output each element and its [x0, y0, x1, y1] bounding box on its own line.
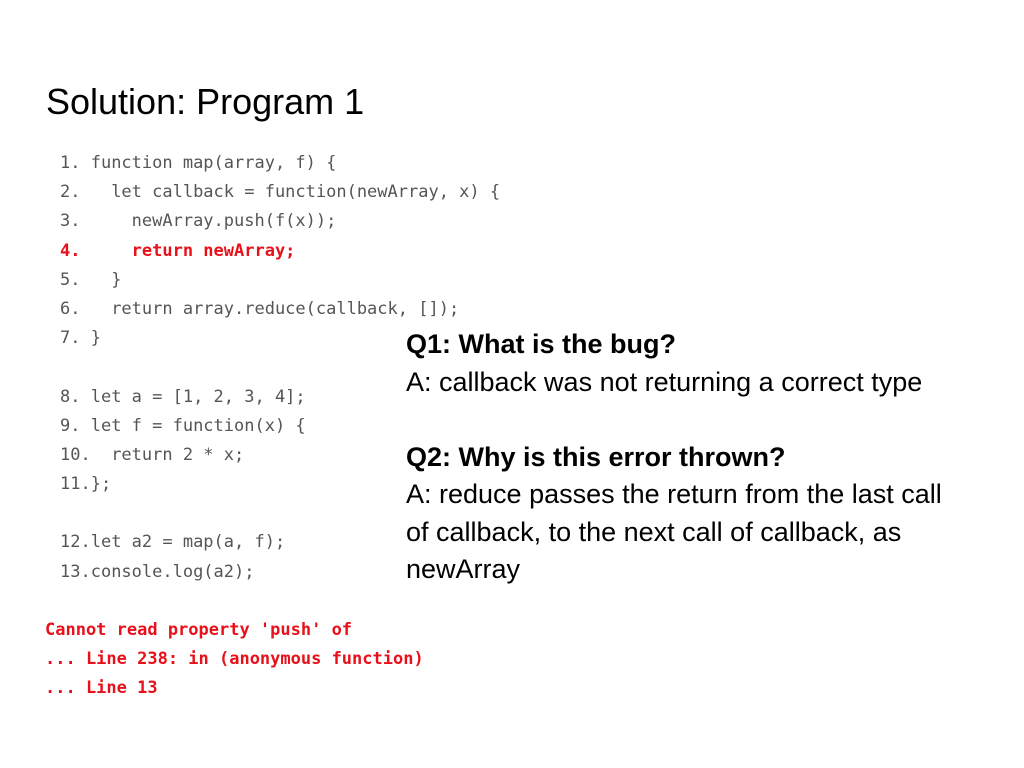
code-text: } [80, 269, 122, 290]
code-line-3: 3. newArray.push(f(x)); [60, 207, 500, 236]
line-number: 1. [60, 153, 81, 173]
code-text: } [80, 328, 101, 349]
question-1: Q1: What is the bug? [406, 329, 676, 359]
line-number: 12. [60, 532, 91, 553]
slide-title: Solution: Program 1 [46, 81, 365, 122]
code-text: console.log(a2); [90, 561, 255, 582]
line-number: 5. [60, 269, 81, 290]
line-number: 10. [60, 444, 91, 465]
line-number: 7. [60, 328, 81, 349]
code-text: let a2 = map(a, f); [90, 532, 286, 553]
line-number: 8. [60, 386, 81, 407]
qa-panel: Q1: What is the bug? A: callback was not… [396, 318, 956, 640]
error-message: Cannot read property 'push' of [45, 620, 353, 640]
code-text: }; [90, 474, 112, 495]
code-text: let f = function(x) { [80, 415, 306, 436]
line-number: 11. [60, 474, 91, 495]
code-text: let callback = function(newArray, x) { [80, 182, 501, 203]
code-line-4-highlighted: 4. return newArray; [60, 237, 500, 266]
error-output: Cannot read property 'push' of ... Line … [45, 616, 424, 704]
line-number: 2. [60, 182, 81, 203]
line-number: 4. [60, 240, 81, 261]
error-trace-line: ... Line 238: in (anonymous function) [45, 649, 424, 670]
code-line-1: 1. function map(array, f) { [60, 149, 500, 178]
answer-1: A: callback was not returning a correct … [406, 366, 923, 397]
code-text: newArray.push(f(x)); [80, 211, 337, 232]
line-number: 6. [60, 298, 81, 319]
code-text: return 2 * x; [90, 444, 245, 465]
line-number: 3. [60, 211, 81, 232]
code-text: let a = [1, 2, 3, 4]; [80, 386, 306, 407]
code-text: function map(array, f) { [80, 153, 337, 173]
line-number: 9. [60, 415, 81, 436]
question-2: Q2: Why is this error thrown? [406, 441, 786, 472]
error-trace-line: ... Line 13 [45, 678, 158, 699]
code-text: return newArray; [80, 240, 296, 261]
line-number: 13. [60, 561, 91, 582]
code-text: return array.reduce(callback, []); [80, 298, 460, 319]
qa-spacer [406, 401, 956, 439]
code-line-2: 2. let callback = function(newArray, x) … [60, 178, 500, 207]
code-line-5: 5. } [60, 266, 500, 295]
answer-2: A: reduce passes the return from the las… [406, 479, 942, 584]
